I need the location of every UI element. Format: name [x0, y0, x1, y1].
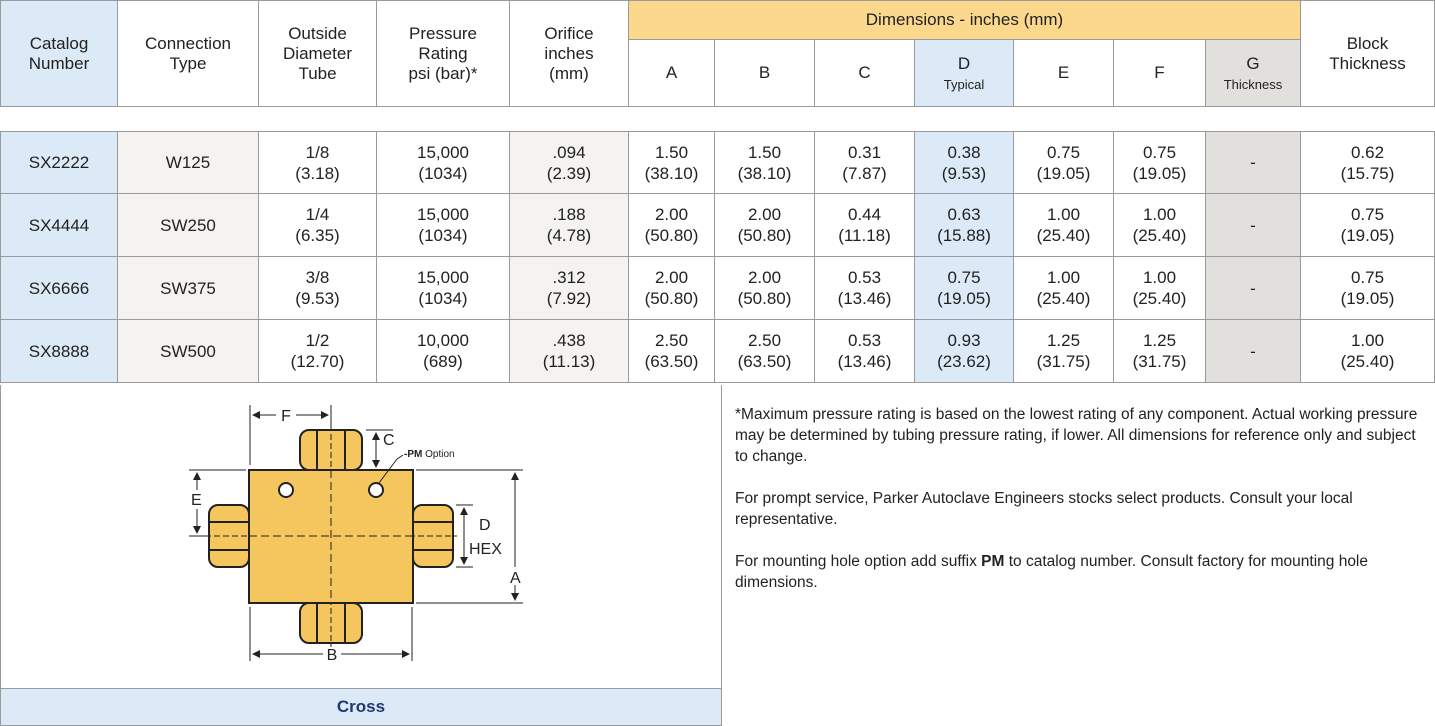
label-f: F	[281, 408, 291, 425]
cell-connection-type: SW500	[118, 320, 259, 383]
cell-connection-type: SW250	[118, 194, 259, 257]
cell-dim-c: 0.53 (13.46)	[815, 320, 915, 383]
header-dim-d-sub: Typical	[943, 76, 985, 92]
label-a: A	[510, 570, 521, 587]
cell-dim-c: 0.53 (13.46)	[815, 257, 915, 320]
cell-dim-d: 0.38 (9.53)	[915, 131, 1014, 194]
header-dim-d-label: D	[957, 53, 971, 73]
cross-diagram: F C -PM Option E D HEX A B	[189, 405, 523, 664]
cell-dim-e: 0.75 (19.05)	[1014, 131, 1114, 194]
header-pressure-rating: Pressure Rating psi (bar)*	[377, 0, 510, 107]
header-dim-f: F	[1114, 40, 1206, 107]
cell-orifice: .094 (2.39)	[510, 131, 629, 194]
cell-catalog-number: SX6666	[0, 257, 118, 320]
cell-dim-b: 2.00 (50.80)	[715, 257, 815, 320]
cell-connection-type: W125	[118, 131, 259, 194]
cell-catalog-number: SX8888	[0, 320, 118, 383]
header-catalog-number: Catalog Number	[0, 0, 118, 107]
cell-dim-a: 2.50 (63.50)	[629, 320, 715, 383]
cell-pressure-rating: 15,000 (1034)	[377, 257, 510, 320]
cell-dim-a: 2.00 (50.80)	[629, 194, 715, 257]
cell-dim-b: 2.50 (63.50)	[715, 320, 815, 383]
left-hex-nut	[205, 504, 253, 568]
note-mounting-hole: For mounting hole option add suffix PM t…	[735, 553, 1368, 591]
header-connection-type: Connection Type	[118, 0, 259, 107]
top-hex-nut	[299, 425, 363, 473]
mounting-hole-left	[278, 482, 294, 498]
cell-dim-f: 1.25 (31.75)	[1114, 320, 1206, 383]
header-dimensions-group: Dimensions - inches (mm)	[629, 0, 1301, 40]
cell-block-thickness: 0.62 (15.75)	[1301, 131, 1435, 194]
note-max-pressure: *Maximum pressure rating is based on the…	[735, 406, 1418, 465]
cell-block-thickness: 1.00 (25.40)	[1301, 320, 1435, 383]
label-b: B	[327, 647, 338, 664]
cell-pressure-rating: 15,000 (1034)	[377, 194, 510, 257]
cell-dim-c: 0.31 (7.87)	[815, 131, 915, 194]
cell-dim-f: 1.00 (25.40)	[1114, 194, 1206, 257]
cell-dim-a: 1.50 (38.10)	[629, 131, 715, 194]
cell-catalog-number: SX4444	[0, 194, 118, 257]
cell-catalog-number: SX2222	[0, 131, 118, 194]
cell-dim-e: 1.25 (31.75)	[1014, 320, 1114, 383]
cell-dim-c: 0.44 (11.18)	[815, 194, 915, 257]
cell-dim-f: 0.75 (19.05)	[1114, 131, 1206, 194]
cell-dim-d: 0.93 (23.62)	[915, 320, 1014, 383]
header-dim-c: C	[815, 40, 915, 107]
label-c: C	[383, 432, 395, 449]
label-e: E	[191, 492, 202, 509]
figure-caption: Cross	[0, 688, 722, 726]
label-pm-option: -PM Option	[404, 449, 455, 460]
cell-dim-e: 1.00 (25.40)	[1014, 194, 1114, 257]
header-dim-e: E	[1014, 40, 1114, 107]
header-block-thickness: Block Thickness	[1301, 0, 1435, 107]
cell-orifice: .312 (7.92)	[510, 257, 629, 320]
header-orifice: Orifice inches (mm)	[510, 0, 629, 107]
cell-outside-diameter: 1/2 (12.70)	[259, 320, 377, 383]
cell-orifice: .188 (4.78)	[510, 194, 629, 257]
cell-pressure-rating: 15,000 (1034)	[377, 131, 510, 194]
header-dim-g-sub: Thickness	[1223, 76, 1283, 92]
header-dim-d: D Typical	[915, 40, 1014, 107]
bottom-hex-nut	[299, 599, 363, 647]
cell-block-thickness: 0.75 (19.05)	[1301, 257, 1435, 320]
mounting-hole-right	[368, 482, 384, 498]
cell-pressure-rating: 10,000 (689)	[377, 320, 510, 383]
header-dim-a: A	[629, 40, 715, 107]
cell-outside-diameter: 1/4 (6.35)	[259, 194, 377, 257]
label-d: D	[479, 517, 491, 534]
cell-outside-diameter: 3/8 (9.53)	[259, 257, 377, 320]
cell-dim-g: -	[1206, 257, 1301, 320]
cell-connection-type: SW375	[118, 257, 259, 320]
cell-dim-d: 0.75 (19.05)	[915, 257, 1014, 320]
cell-dim-b: 2.00 (50.80)	[715, 194, 815, 257]
cell-block-thickness: 0.75 (19.05)	[1301, 194, 1435, 257]
cell-dim-g: -	[1206, 131, 1301, 194]
cell-dim-g: -	[1206, 194, 1301, 257]
header-dim-b: B	[715, 40, 815, 107]
header-outside-diameter: Outside Diameter Tube	[259, 0, 377, 107]
header-dim-g: G Thickness	[1206, 40, 1301, 107]
cell-dim-a: 2.00 (50.80)	[629, 257, 715, 320]
cell-dim-e: 1.00 (25.40)	[1014, 257, 1114, 320]
cell-dim-d: 0.63 (15.88)	[915, 194, 1014, 257]
label-hex: HEX	[469, 541, 502, 558]
notes-panel: *Maximum pressure rating is based on the…	[735, 404, 1425, 614]
cell-orifice: .438 (11.13)	[510, 320, 629, 383]
right-hex-nut	[409, 504, 457, 568]
note-prompt-service: For prompt service, Parker Autoclave Eng…	[735, 490, 1353, 528]
cross-figure-panel: F C -PM Option E D HEX A B	[0, 385, 722, 688]
cell-dim-g: -	[1206, 320, 1301, 383]
cell-dim-f: 1.00 (25.40)	[1114, 257, 1206, 320]
cell-dim-b: 1.50 (38.10)	[715, 131, 815, 194]
cell-outside-diameter: 1/8 (3.18)	[259, 131, 377, 194]
header-dim-g-label: G	[1246, 53, 1260, 73]
